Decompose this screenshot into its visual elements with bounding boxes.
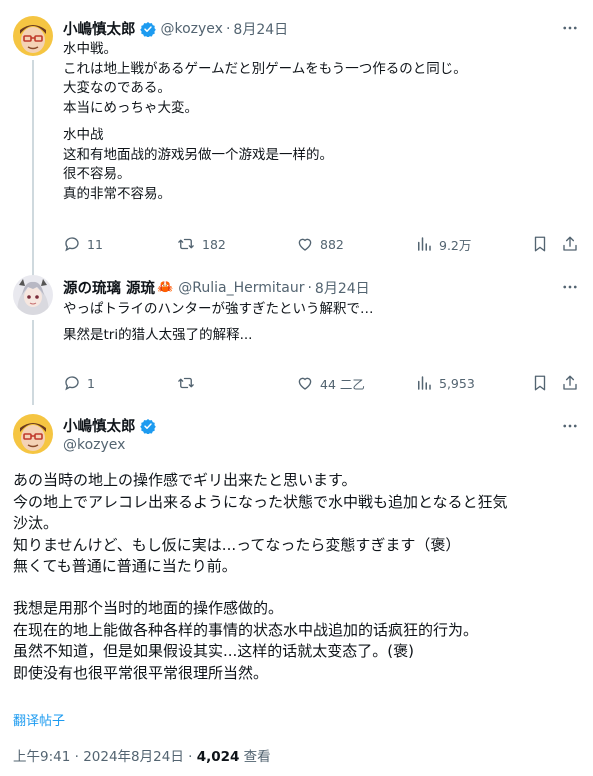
reply-icon [65, 237, 79, 252]
author-handle[interactable]: @kozyex [63, 437, 125, 453]
reply-button[interactable]: 11 [63, 232, 103, 256]
author-name[interactable]: 小嶋慎太郎 [63, 415, 136, 436]
reply-count: 11 [87, 236, 103, 252]
thread-line [32, 60, 34, 280]
share-icon [563, 375, 577, 390]
tweet-metadata: 上午9:41 · 2024年8月24日 · 4,024 查看 [13, 745, 271, 765]
tweet-text-ja: 水中戦。 これは地上戦があるゲームだと別ゲームをもう一つ作るのと同じ。 大変なの… [63, 41, 467, 116]
like-icon [298, 238, 312, 251]
tweet-text-zh: 果然是tri的猎人太强了的解释... [63, 327, 253, 343]
more-icon[interactable] [560, 416, 580, 436]
more-icon[interactable] [560, 18, 580, 38]
author-name[interactable]: 小嶋慎太郎 [63, 18, 136, 39]
avatar[interactable] [13, 275, 53, 315]
more-icon[interactable] [560, 277, 580, 297]
author-handle[interactable]: @kozyex [161, 21, 223, 37]
tweet-actions: 11 182 882 9.2万 [63, 232, 583, 256]
tweet-date[interactable]: 8月24日 [233, 19, 288, 39]
verified-badge-icon [139, 418, 156, 434]
bookmark-icon [534, 236, 546, 252]
tweet-actions: 1 44 二乙 5,953 [63, 371, 583, 395]
like-count: 882 [320, 236, 344, 252]
retweet-count: 182 [202, 236, 226, 252]
retweet-icon [178, 238, 194, 250]
retweet-button[interactable] [176, 371, 202, 395]
views-button[interactable]: 9.2万 [415, 232, 471, 256]
thread-line [32, 320, 34, 405]
like-icon [298, 377, 312, 390]
bookmark-button[interactable] [531, 232, 549, 256]
views-count: 5,953 [439, 375, 475, 391]
tweet-text-ja: あの当時の地上の操作感でギリ出来たと思います。 今の地上でアレコレ出来るようにな… [13, 471, 508, 575]
tweet-header: 小嶋慎太郎 @kozyex · 8月24日 [63, 18, 288, 39]
tweet-text-zh: 水中战 这和有地面战的游戏另做一个游戏是一样的。 很不容易。 真的非常不容易。 [63, 127, 333, 202]
view-label: 查看 [239, 749, 271, 765]
reply-button[interactable]: 1 [63, 371, 95, 395]
views-count: 9.2万 [439, 237, 472, 253]
tweet-text-ja: やっぱトライのハンターが強すぎたという解釈で… [63, 301, 374, 317]
like-button[interactable]: 882 [296, 232, 344, 256]
verified-badge-icon [139, 21, 156, 37]
separator: · [307, 279, 312, 296]
bookmark-button[interactable] [531, 371, 549, 395]
like-button[interactable]: 44 二乙 [296, 371, 365, 395]
share-button[interactable] [561, 371, 579, 395]
author-name[interactable]: 源の琉璃 源琉 [63, 277, 155, 298]
tweet-header: 源の琉璃 源琉 🦀 @Rulia_Hermitaur · 8月24日 [63, 277, 370, 298]
views-icon [418, 237, 431, 251]
view-count: 4,024 [196, 749, 240, 765]
reply-icon [65, 376, 79, 391]
crab-emoji: 🦀 [157, 280, 174, 295]
reply-count: 1 [87, 375, 95, 391]
tweet-date[interactable]: 8月24日 [315, 278, 370, 298]
retweet-button[interactable]: 182 [176, 232, 226, 256]
avatar[interactable] [13, 16, 53, 56]
timestamp[interactable]: 上午9:41 · 2024年8月24日 · [13, 749, 197, 765]
bookmark-icon [534, 375, 546, 391]
share-icon [563, 236, 577, 251]
separator: · [225, 20, 231, 37]
views-button[interactable]: 5,953 [415, 371, 475, 395]
views-icon [418, 376, 431, 390]
avatar[interactable] [13, 414, 53, 454]
author-handle[interactable]: @Rulia_Hermitaur [178, 280, 304, 296]
retweet-icon [178, 377, 194, 389]
translate-post-link[interactable]: 翻译帖子 [13, 710, 65, 729]
share-button[interactable] [561, 232, 579, 256]
tweet-header: 小嶋慎太郎 [63, 415, 156, 436]
like-count: 44 二乙 [320, 376, 365, 392]
tweet-text-zh: 我想是用那个当时的地面的操作感做的。 在现在的地上能做各种各样的事情的状态水中战… [13, 599, 479, 682]
